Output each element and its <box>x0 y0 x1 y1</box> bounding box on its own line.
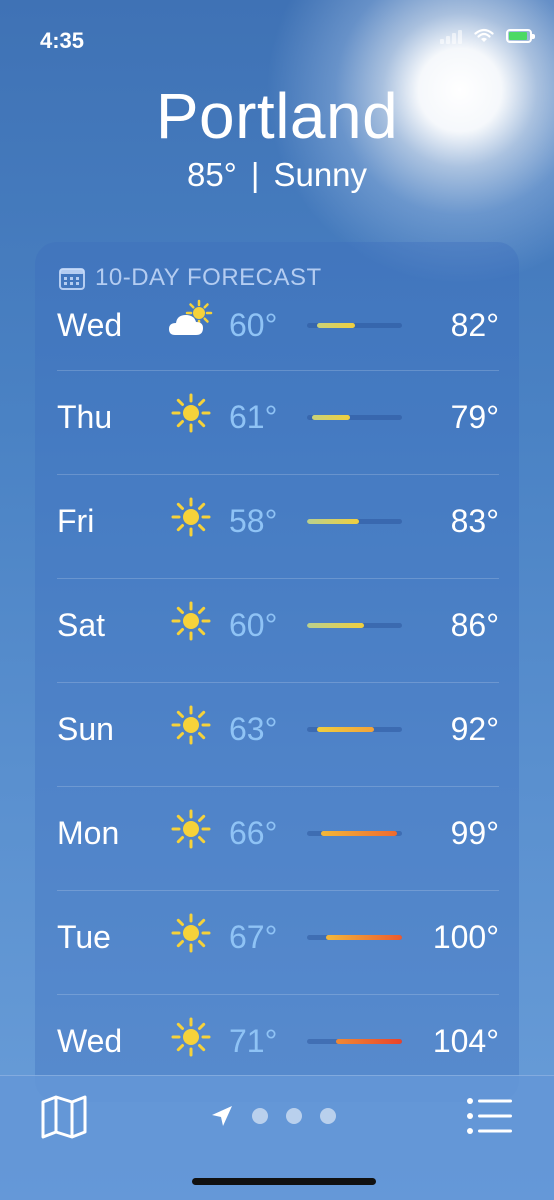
current-condition: Sunny <box>273 156 368 193</box>
sun-icon <box>167 493 215 541</box>
home-indicator[interactable] <box>192 1178 376 1185</box>
sun-icon <box>167 701 215 749</box>
temperature-range-fill <box>335 1039 402 1044</box>
forecast-day: Fri <box>57 503 95 539</box>
forecast-row[interactable]: Sat 60° 86° <box>57 579 499 683</box>
sun-icon <box>167 389 215 437</box>
temperature-range-fill <box>307 623 364 628</box>
weather-screen: 4:35 Portland 85° | Sunny 10-DAY FORECAS… <box>0 0 554 1200</box>
forecast-day: Thu <box>57 399 113 435</box>
forecast-day: Tue <box>57 919 111 955</box>
temperature-range-fill <box>307 519 360 524</box>
forecast-row[interactable]: Tue 67° 100° <box>57 891 499 995</box>
page-dot[interactable] <box>286 1108 302 1124</box>
city-name: Portland <box>155 80 399 152</box>
forecast-high-temp: 99° <box>450 815 499 851</box>
map-icon[interactable] <box>40 1094 88 1140</box>
forecast-day: Sun <box>57 711 114 747</box>
forecast-low-temp: 60° <box>229 307 278 343</box>
page-indicator[interactable] <box>210 1104 336 1128</box>
current-temperature: 85° <box>186 156 237 193</box>
cellular-signal-icon <box>440 28 462 44</box>
forecast-day: Wed <box>57 307 123 343</box>
sun-icon <box>167 1013 215 1061</box>
forecast-high-temp: 79° <box>450 399 499 435</box>
temperature-range-bar <box>307 935 402 940</box>
forecast-row[interactable]: Sun 63° 92° <box>57 683 499 787</box>
temperature-range-fill <box>316 727 374 732</box>
forecast-high-temp: 82° <box>450 307 499 343</box>
forecast-day: Wed <box>57 1023 123 1059</box>
status-bar: 4:35 <box>0 0 554 80</box>
forecast-high-temp: 92° <box>450 711 499 747</box>
location-arrow-icon[interactable] <box>210 1104 234 1128</box>
forecast-row[interactable]: Thu 61° 79° <box>57 371 499 475</box>
status-time: 4:35 <box>40 28 85 53</box>
page-dot[interactable] <box>252 1108 268 1124</box>
summary-separator: | <box>250 156 260 193</box>
sun-icon <box>167 805 215 853</box>
temperature-range-fill <box>311 415 350 420</box>
page-dot[interactable] <box>320 1108 336 1124</box>
forecast-rows: Wed 60° 82° Thu 61° 79° Fri 58° 83° Sat 60° 86° Sun… <box>57 287 499 1098</box>
location-header: Portland 85° | Sunny <box>0 80 554 194</box>
temperature-range-fill <box>321 831 398 836</box>
forecast-low-temp: 66° <box>229 815 278 851</box>
temperature-range-bar <box>307 1039 402 1044</box>
temperature-range-bar <box>307 519 402 524</box>
current-summary: 85° | Sunny <box>0 156 554 194</box>
temperature-range-fill <box>316 323 355 328</box>
sun-icon <box>167 597 215 645</box>
forecast-low-temp: 67° <box>229 919 278 955</box>
forecast-high-temp: 86° <box>450 607 499 643</box>
temperature-range-bar <box>307 831 402 836</box>
forecast-high-temp: 100° <box>432 919 499 955</box>
wifi-icon <box>474 28 494 42</box>
sun-icon <box>167 909 215 957</box>
forecast-day: Mon <box>57 815 120 851</box>
forecast-low-temp: 63° <box>229 711 278 747</box>
forecast-row[interactable]: Wed 60° 82° <box>57 287 499 371</box>
forecast-low-temp: 61° <box>229 399 278 435</box>
forecast-low-temp: 58° <box>229 503 278 539</box>
forecast-row[interactable]: Mon 66° 99° <box>57 787 499 891</box>
temperature-range-bar <box>307 727 402 732</box>
ten-day-forecast-card[interactable]: 10-DAY FORECAST Wed 60° 82° Thu 61° 79° Fri 58… <box>35 242 519 1102</box>
forecast-high-temp: 104° <box>432 1023 499 1059</box>
forecast-high-temp: 83° <box>450 503 499 539</box>
battery-icon <box>506 29 535 43</box>
status-icons <box>440 28 535 44</box>
list-icon[interactable] <box>466 1096 514 1136</box>
temperature-range-bar <box>307 323 402 328</box>
temperature-range-bar <box>307 415 402 420</box>
forecast-row[interactable]: Fri 58° 83° <box>57 475 499 579</box>
forecast-day: Sat <box>57 607 106 643</box>
temperature-range-fill <box>326 935 402 940</box>
partly-cloudy-icon <box>167 297 215 345</box>
temperature-range-bar <box>307 623 402 628</box>
forecast-low-temp: 71° <box>229 1023 278 1059</box>
forecast-low-temp: 60° <box>229 607 278 643</box>
